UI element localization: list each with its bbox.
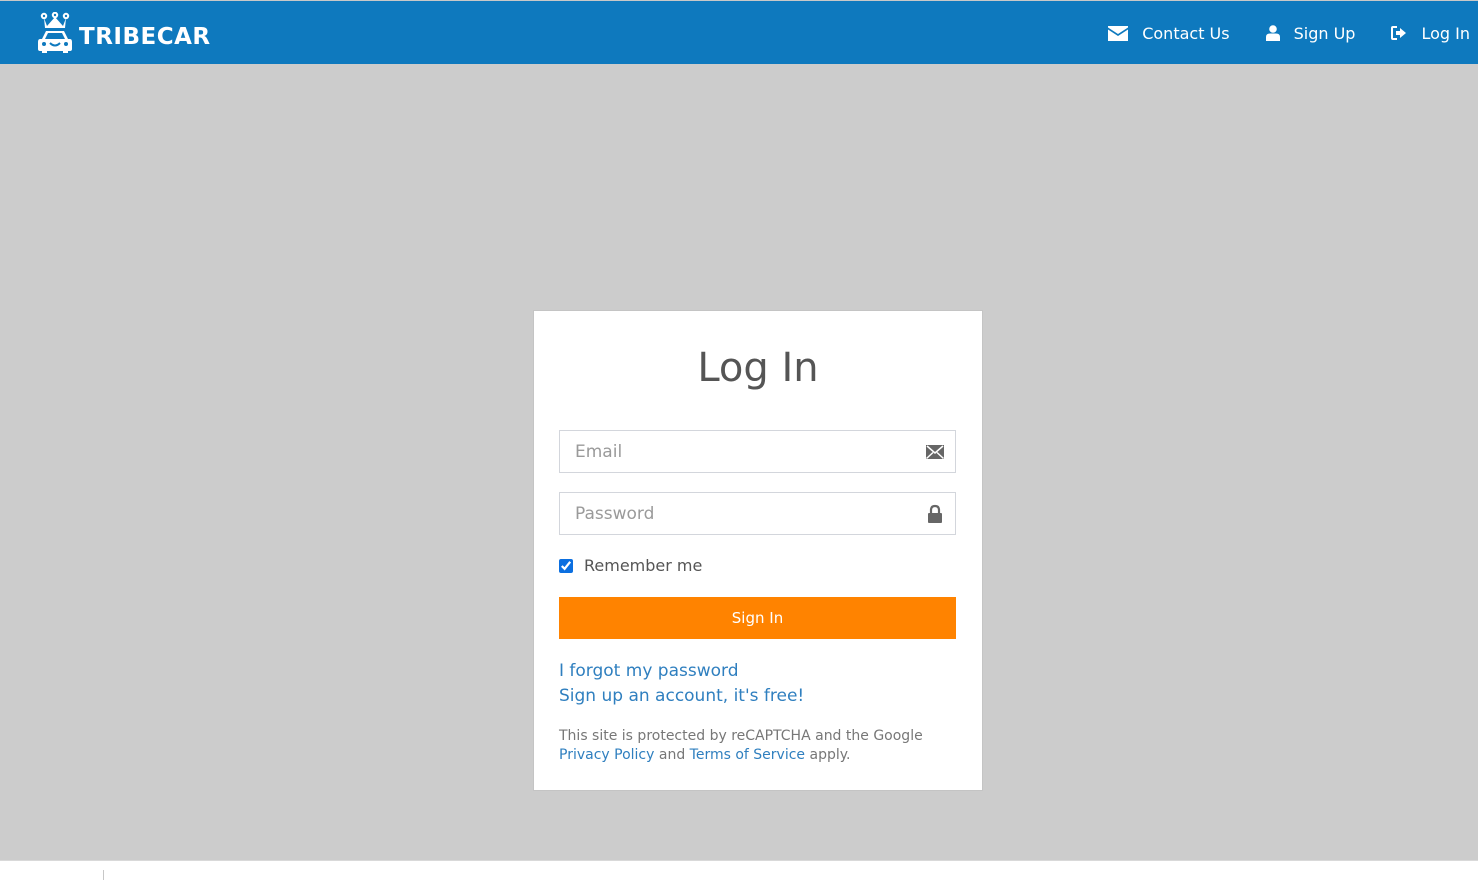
footer	[0, 862, 1478, 880]
terms-of-service-link[interactable]: Terms of Service	[690, 747, 805, 763]
footer-divider	[103, 870, 104, 880]
envelope-icon	[925, 445, 945, 460]
user-icon	[1265, 25, 1280, 41]
sign-up-link[interactable]: Sign up an account, it's free!	[559, 684, 804, 709]
remember-me-label[interactable]: Remember me	[584, 556, 702, 575]
login-card: Log In Remember me Sign In I forgot my p…	[533, 310, 983, 791]
login-title: Log In	[697, 345, 819, 391]
auth-links: I forgot my password Sign up an account,…	[559, 659, 804, 709]
password-input[interactable]	[560, 493, 955, 534]
nav-log-in-label: Log In	[1421, 23, 1470, 43]
email-field-wrapper	[559, 430, 956, 473]
recaptcha-notice-suffix: apply.	[809, 747, 851, 763]
brand-home-link[interactable]: TRIBECAR	[37, 12, 211, 54]
nav-contact-us[interactable]: Contact Us	[1108, 23, 1230, 43]
recaptcha-notice-and: and	[658, 747, 686, 763]
nav-sign-up[interactable]: Sign Up	[1265, 23, 1356, 43]
email-input[interactable]	[560, 431, 955, 472]
lock-icon	[928, 504, 942, 523]
recaptcha-notice: This site is protected by reCAPTCHA and …	[559, 727, 939, 765]
nav-sign-up-label: Sign Up	[1293, 23, 1356, 43]
top-navbar: TRIBECAR Contact Us Sign Up Log In	[0, 0, 1478, 64]
forgot-password-link[interactable]: I forgot my password	[559, 659, 804, 684]
nav-log-in[interactable]: Log In	[1391, 24, 1470, 43]
remember-me-checkbox[interactable]	[559, 558, 573, 573]
nav-contact-us-label: Contact Us	[1142, 23, 1230, 43]
sign-in-button[interactable]: Sign In	[559, 597, 956, 639]
nav-links: Contact Us Sign Up Log In	[1072, 1, 1470, 65]
password-field-wrapper	[559, 492, 956, 535]
recaptcha-notice-prefix: This site is protected by reCAPTCHA and …	[559, 728, 923, 744]
remember-me-row: Remember me	[559, 556, 702, 575]
crowned-car-logo-icon	[38, 12, 72, 53]
brand-name: TRIBECAR	[79, 24, 211, 50]
privacy-policy-link[interactable]: Privacy Policy	[559, 747, 654, 763]
sign-in-icon	[1391, 26, 1407, 40]
envelope-icon	[1108, 25, 1129, 41]
